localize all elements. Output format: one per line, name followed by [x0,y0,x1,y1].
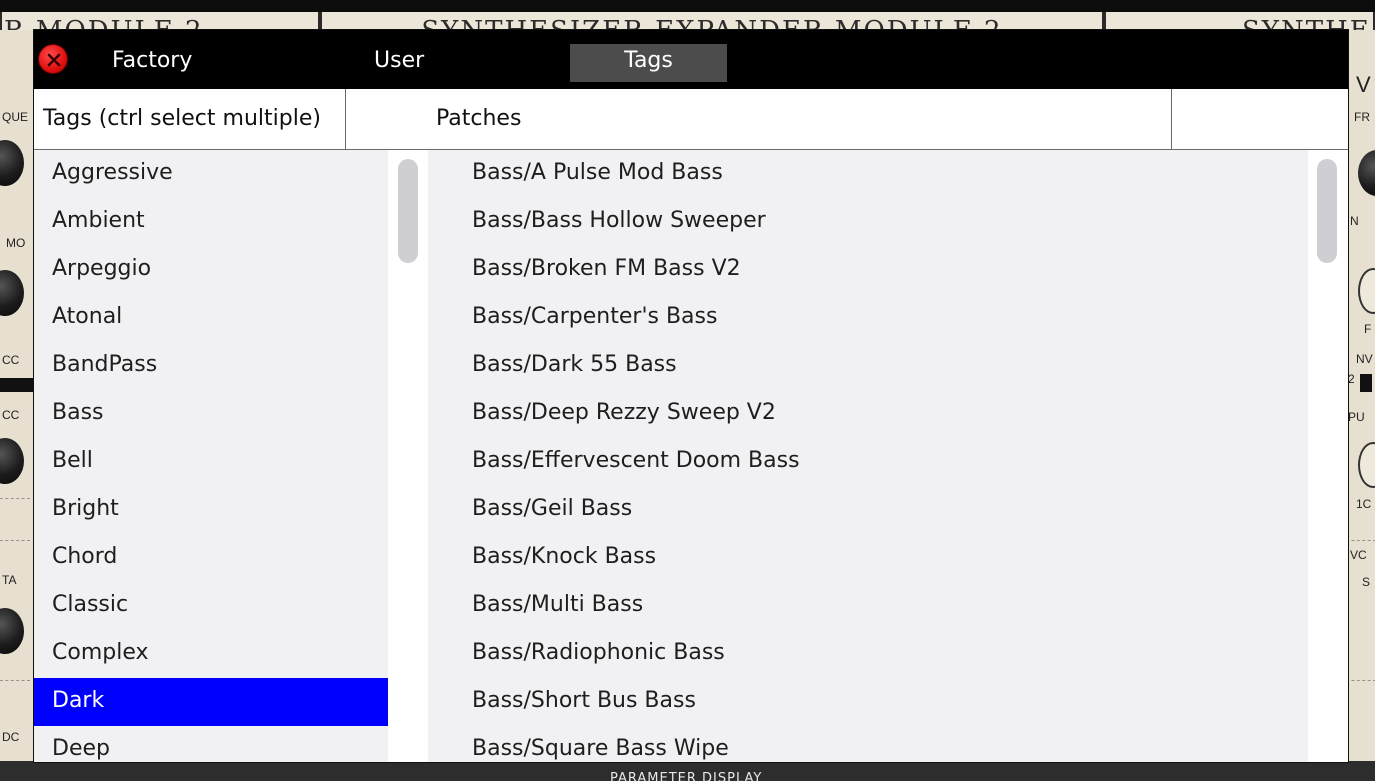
tag-item[interactable]: Dark [34,678,388,726]
patch-item[interactable]: Bass/Multi Bass [428,582,1308,630]
module-header-left: R MODULE 2 [0,12,320,30]
panel-label: N [1350,214,1359,228]
patches-list: Bass/A Pulse Mod Bass Bass/Bass Hollow Sw… [428,150,1308,762]
panel-label: 2 [1348,372,1355,386]
patch-item[interactable]: Bass/Bass Hollow Sweeper [428,198,1308,246]
knob[interactable] [1358,442,1375,488]
empty-column-header [1172,89,1348,149]
tag-item[interactable]: Classic [34,582,388,630]
patch-item[interactable]: Bass/Carpenter's Bass [428,294,1308,342]
switch-bar[interactable] [0,378,34,392]
panel-label: 1C [1356,497,1372,511]
tab-user[interactable]: User [374,44,424,82]
background-right-panel: V FR N F NV 2 PU 1C VC S [1346,30,1375,761]
dialog-titlebar: Factory User Tags [34,30,1348,89]
patch-item[interactable]: Bass/Square Bass Wipe [428,726,1308,762]
divider [0,498,30,499]
tag-item[interactable]: Bright [34,486,388,534]
panel-label: MO [6,236,26,250]
panel-label: QUE [2,110,29,124]
tag-item[interactable]: Aggressive [34,150,388,198]
module-header-center: SYNTHESIZER EXPANDER MODULE 2 [320,12,1104,30]
tag-item[interactable]: Ambient [34,198,388,246]
knob[interactable] [0,438,24,484]
knob[interactable] [0,270,24,316]
panel-label: VC [1350,548,1367,562]
patch-item[interactable]: Bass/Knock Bass [428,534,1308,582]
patch-item[interactable]: Bass/A Pulse Mod Bass [428,150,1308,198]
tag-item[interactable]: Deep [34,726,388,762]
panel-label: CC [2,353,20,367]
panel-label: V [1356,72,1371,97]
patch-item[interactable]: Bass/Broken FM Bass V2 [428,246,1308,294]
tag-item[interactable]: BandPass [34,342,388,390]
tab-factory[interactable]: Factory [112,44,192,82]
panel-label: S [1362,575,1371,589]
patch-browser-dialog: Factory User Tags Tags (ctrl select mult… [33,29,1349,763]
patch-item[interactable]: Bass/Effervescent Doom Bass [428,438,1308,486]
patches-column-header: Patches [346,89,1172,149]
tags-column-header: Tags (ctrl select multiple) [34,89,346,149]
close-button[interactable] [38,44,68,74]
close-icon [47,53,61,67]
switch[interactable] [1360,374,1372,392]
patches-scrollbar-thumb[interactable] [1317,159,1337,263]
tab-tags[interactable]: Tags [570,44,727,82]
panel-label: NV [1356,352,1373,366]
patch-item[interactable]: Bass/Radiophonic Bass [428,630,1308,678]
panel-label: TA [2,573,17,587]
panel-label: F [1364,322,1372,336]
panel-label: PU [1348,410,1365,424]
tag-item[interactable]: Bell [34,438,388,486]
patch-item[interactable]: Bass/Short Bus Bass [428,678,1308,726]
patch-item[interactable]: Bass/Geil Bass [428,486,1308,534]
divider [1346,680,1375,681]
parameter-display-bar: PARAMETER DISPLAY [0,761,1375,781]
panel-label: DC [2,730,20,744]
divider [0,540,30,541]
knob[interactable] [0,140,24,186]
tag-item[interactable]: Atonal [34,294,388,342]
tags-scrollbar-thumb[interactable] [398,159,418,263]
background-top-band [0,0,1375,12]
parameter-display-label: PARAMETER DISPLAY [610,771,763,781]
tags-list: Aggressive Ambient Arpeggio Atonal BandPass B… [34,150,388,762]
panel-label: CC [2,408,20,422]
tag-item[interactable]: Chord [34,534,388,582]
tag-item[interactable]: Bass [34,390,388,438]
knob[interactable] [1358,150,1375,196]
patch-item[interactable]: Bass/Deep Rezzy Sweep V2 [428,390,1308,438]
tag-item[interactable]: Arpeggio [34,246,388,294]
tag-item[interactable]: Complex [34,630,388,678]
knob[interactable] [0,608,24,654]
module-header-right: SYNTHES [1104,12,1375,30]
patch-item[interactable]: Bass/Dark 55 Bass [428,342,1308,390]
panel-label: FR [1354,110,1370,124]
knob[interactable] [1358,268,1375,314]
background-left-panel: QUE MO CC CC TA DC [0,30,34,761]
column-headers: Tags (ctrl select multiple) Patches [34,89,1348,150]
tags-scrollbar-track [388,150,428,762]
divider [0,680,30,681]
divider [1346,540,1375,541]
